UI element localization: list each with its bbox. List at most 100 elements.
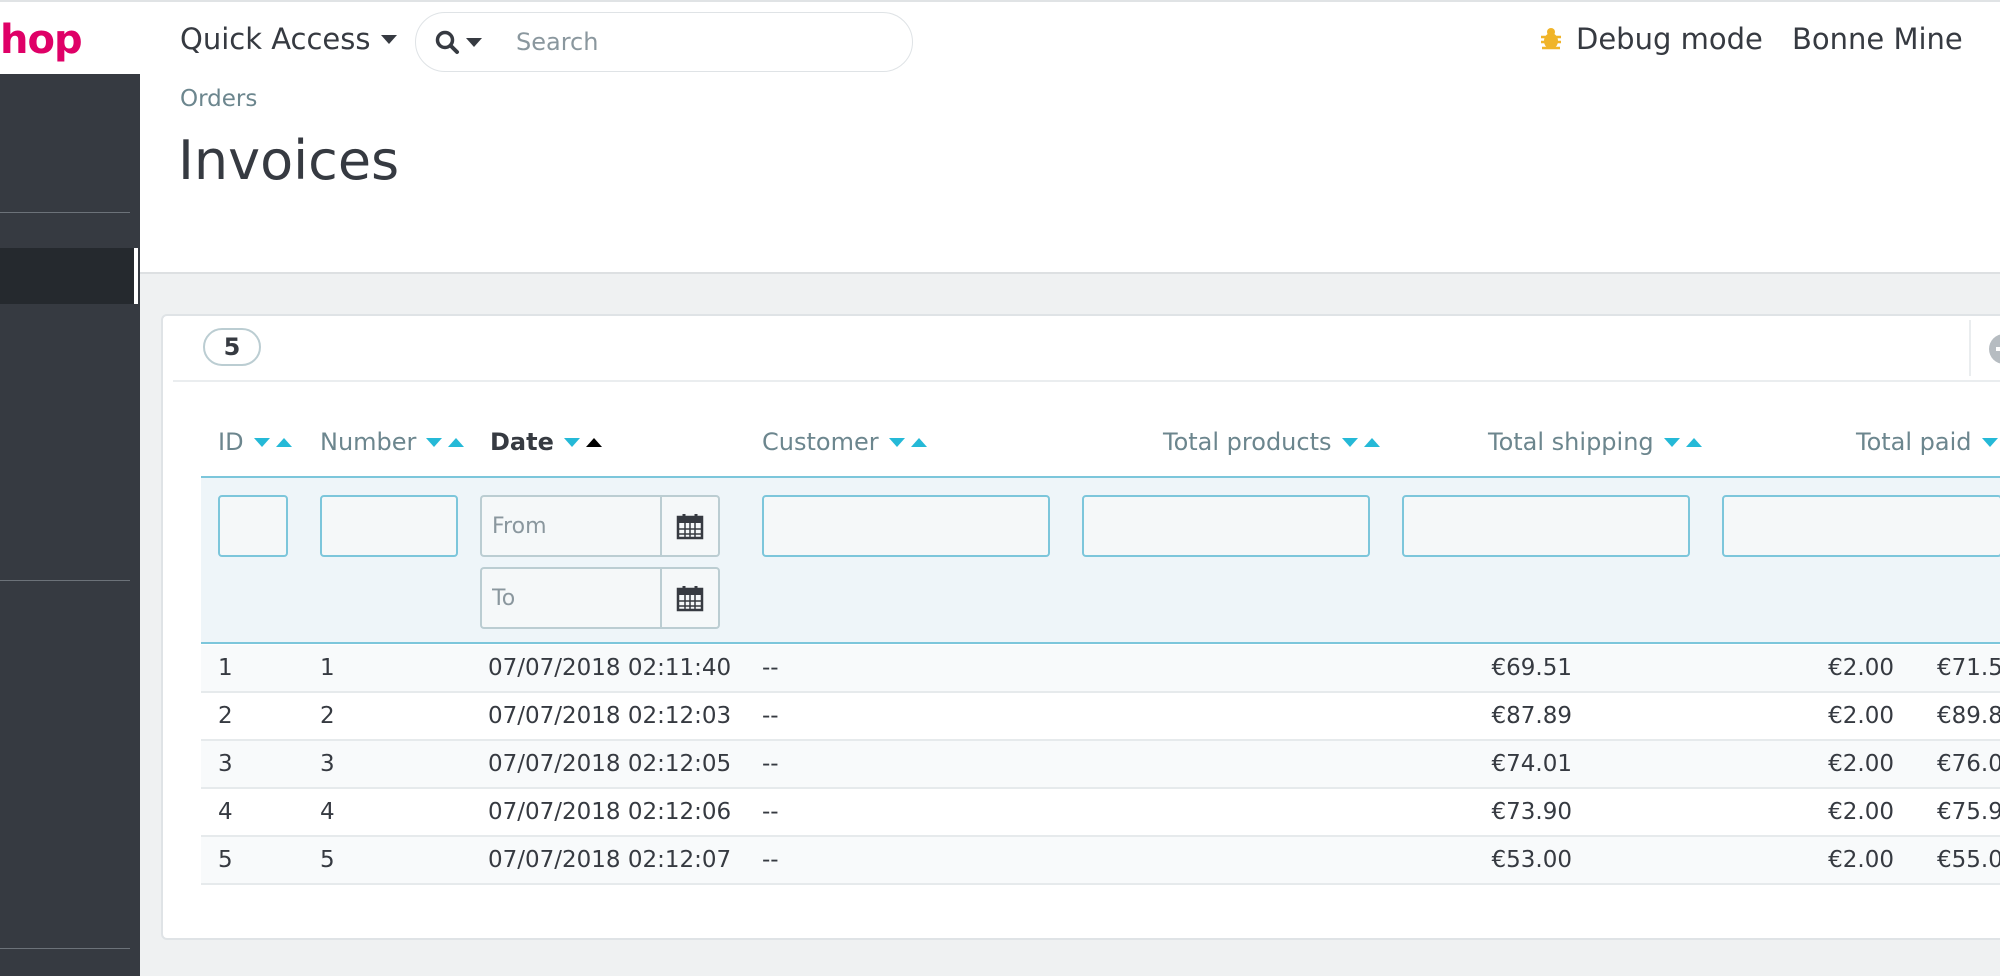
- table-row[interactable]: 1 1 07/07/2018 02:11:40 -- €69.51 €2.00 …: [201, 645, 2000, 693]
- sort-desc-icon[interactable]: [563, 437, 580, 447]
- sort-asc-icon[interactable]: [448, 437, 465, 447]
- top-header: hop Quick Access Debug mode Bonne Mine: [0, 0, 2000, 74]
- shop-logo[interactable]: hop: [0, 16, 83, 64]
- cell-customer: --: [762, 703, 779, 729]
- cell-date: 07/07/2018 02:12:03: [488, 703, 732, 729]
- column-header-label: ID: [218, 428, 244, 456]
- cell-total-paid: €76.0: [1937, 751, 2000, 777]
- count-badge: 5: [203, 328, 261, 366]
- filter-number-input[interactable]: [320, 495, 458, 557]
- calendar-icon: [676, 586, 704, 612]
- calendar-icon: [676, 514, 704, 540]
- column-header-label: Total paid: [1856, 428, 1972, 456]
- sort-asc-icon[interactable]: [1685, 437, 1702, 447]
- date-to-input[interactable]: [480, 567, 660, 629]
- column-header-total-shipping: Total shipping: [1488, 425, 1702, 459]
- cell-id: 5: [218, 847, 233, 873]
- cell-customer: --: [762, 655, 779, 681]
- cell-date: 07/07/2018 02:11:40: [488, 655, 732, 681]
- column-header-customer: Customer: [762, 425, 927, 459]
- quick-access-dropdown[interactable]: Quick Access: [180, 20, 397, 58]
- cell-total-shipping: €2.00: [1828, 655, 1894, 681]
- sort-desc-icon[interactable]: [1981, 437, 1998, 447]
- table-row[interactable]: 5 5 07/07/2018 02:12:07 -- €53.00 €2.00 …: [201, 837, 2000, 885]
- cell-id: 1: [218, 655, 233, 681]
- cell-total-products: €74.01: [1491, 751, 1572, 777]
- cell-total-shipping: €2.00: [1828, 799, 1894, 825]
- sort-desc-icon[interactable]: [888, 437, 905, 447]
- column-header-id: ID: [218, 425, 292, 459]
- cell-number: 1: [320, 655, 335, 681]
- column-header-total-products: Total products: [1163, 425, 1380, 459]
- search-icon: [435, 30, 459, 54]
- filter-row: [201, 476, 2000, 644]
- sort-desc-icon[interactable]: [1341, 437, 1358, 447]
- sort-desc-icon[interactable]: [253, 437, 270, 447]
- filter-total-products-input[interactable]: [1082, 495, 1370, 557]
- cell-number: 4: [320, 799, 335, 825]
- page-header: Orders Invoices: [140, 74, 2000, 274]
- cell-total-products: €69.51: [1491, 655, 1572, 681]
- cell-total-paid: €75.9: [1937, 799, 2000, 825]
- bug-icon: [1541, 28, 1561, 50]
- cell-customer: --: [762, 751, 779, 777]
- sort-asc-icon[interactable]: [275, 437, 292, 447]
- breadcrumb[interactable]: Orders: [180, 86, 257, 112]
- sidebar-divider: [0, 212, 130, 213]
- chevron-down-icon: [466, 37, 482, 47]
- filter-customer-input[interactable]: [762, 495, 1050, 557]
- filter-total-paid-input[interactable]: [1722, 495, 2000, 557]
- table-row[interactable]: 2 2 07/07/2018 02:12:03 -- €87.89 €2.00 …: [201, 693, 2000, 741]
- add-circle-icon[interactable]: [1989, 334, 2000, 364]
- cell-total-shipping: €2.00: [1828, 751, 1894, 777]
- sidebar-item-active[interactable]: [0, 248, 138, 304]
- column-header-label: Date: [490, 428, 554, 456]
- sort-asc-icon[interactable]: [585, 437, 602, 447]
- column-header-label: Total shipping: [1488, 428, 1654, 456]
- heading-divider: [1969, 320, 1971, 376]
- cell-total-products: €87.89: [1491, 703, 1572, 729]
- page-title: Invoices: [178, 129, 400, 192]
- cell-id: 3: [218, 751, 233, 777]
- column-header-label: Customer: [762, 428, 879, 456]
- cell-total-paid: €71.5: [1937, 655, 2000, 681]
- chevron-down-icon: [380, 34, 397, 44]
- calendar-button[interactable]: [660, 567, 720, 629]
- cell-total-products: €53.00: [1491, 847, 1572, 873]
- search-type-button[interactable]: [434, 29, 504, 55]
- cell-date: 07/07/2018 02:12:07: [488, 847, 732, 873]
- cell-date: 07/07/2018 02:12:05: [488, 751, 732, 777]
- column-header-number: Number: [320, 425, 465, 459]
- filter-id-input[interactable]: [218, 495, 288, 557]
- cell-number: 3: [320, 751, 335, 777]
- cell-total-paid: €89.8: [1937, 703, 2000, 729]
- cell-total-shipping: €2.00: [1828, 847, 1894, 873]
- cell-number: 5: [320, 847, 335, 873]
- sort-asc-icon[interactable]: [1363, 437, 1380, 447]
- cell-id: 2: [218, 703, 233, 729]
- filter-total-shipping-input[interactable]: [1402, 495, 1690, 557]
- sidebar-divider: [0, 948, 130, 949]
- sidebar-divider: [0, 580, 130, 581]
- sort-desc-icon[interactable]: [426, 437, 443, 447]
- table-row[interactable]: 4 4 07/07/2018 02:12:06 -- €73.90 €2.00 …: [201, 789, 2000, 837]
- table-row[interactable]: 3 3 07/07/2018 02:12:05 -- €74.01 €2.00 …: [201, 741, 2000, 789]
- user-menu[interactable]: Bonne Mine: [1792, 20, 1963, 58]
- sort-desc-icon[interactable]: [1663, 437, 1680, 447]
- cell-total-shipping: €2.00: [1828, 703, 1894, 729]
- calendar-button[interactable]: [660, 495, 720, 557]
- column-header-total-paid: Total paid: [1856, 425, 2000, 459]
- cell-customer: --: [762, 847, 779, 873]
- debug-mode-link[interactable]: Debug mode: [1540, 20, 1763, 58]
- cell-date: 07/07/2018 02:12:06: [488, 799, 732, 825]
- search-bar: [415, 12, 913, 72]
- sort-asc-icon[interactable]: [910, 437, 927, 447]
- cell-customer: --: [762, 799, 779, 825]
- debug-mode-label: Debug mode: [1576, 22, 1763, 56]
- cell-number: 2: [320, 703, 335, 729]
- search-input[interactable]: [514, 27, 898, 57]
- filter-date-from: [480, 495, 720, 557]
- quick-access-label: Quick Access: [180, 22, 371, 56]
- panel-heading: 5: [173, 316, 2000, 382]
- date-from-input[interactable]: [480, 495, 660, 557]
